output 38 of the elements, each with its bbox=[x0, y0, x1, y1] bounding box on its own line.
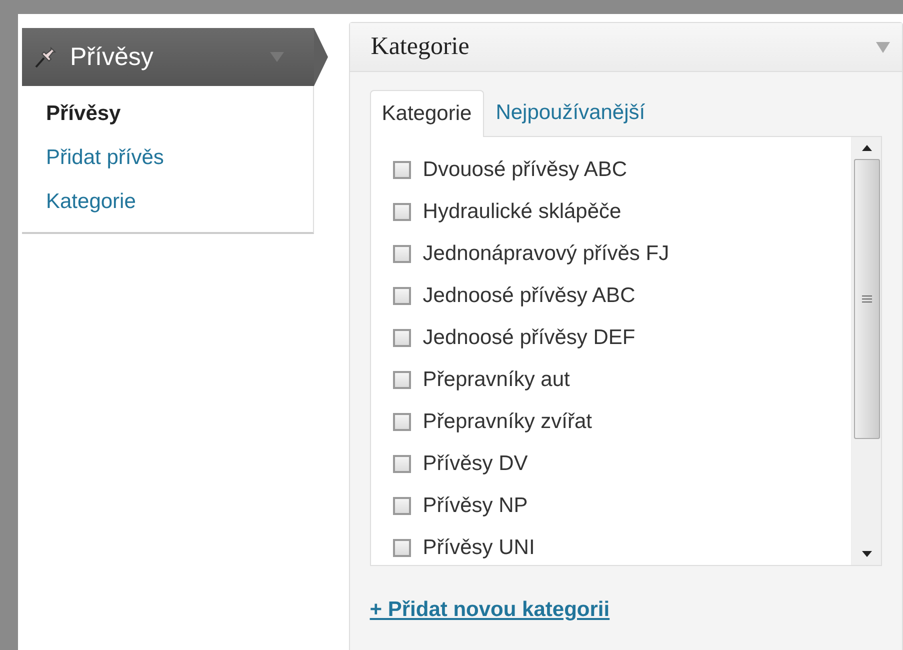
checkbox[interactable] bbox=[392, 371, 411, 389]
checkbox[interactable] bbox=[392, 245, 411, 263]
panel-title: Kategorie bbox=[370, 33, 470, 61]
category-label: Přepravníky aut bbox=[422, 368, 570, 392]
category-label: Jednoosé přívěsy ABC bbox=[422, 284, 636, 308]
category-label: Přepravníky zvířat bbox=[422, 410, 592, 434]
checkbox[interactable] bbox=[392, 287, 411, 305]
tab[interactable]: Kategorie bbox=[370, 90, 484, 137]
checkbox[interactable] bbox=[392, 455, 411, 473]
submenu-item[interactable]: Přidat přívěs bbox=[46, 136, 313, 180]
pointer-arrow-icon bbox=[314, 28, 328, 86]
scroll-thumb[interactable] bbox=[854, 159, 880, 439]
scrollbar[interactable] bbox=[851, 137, 881, 565]
category-label: Dvouosé přívěsy ABC bbox=[422, 158, 628, 182]
pushpin-icon bbox=[34, 45, 58, 69]
menu-title: Přívěsy bbox=[70, 42, 154, 72]
checkbox[interactable] bbox=[392, 203, 411, 221]
submenu-item[interactable]: Kategorie bbox=[46, 180, 313, 224]
dropdown-arrow-icon[interactable] bbox=[270, 52, 284, 62]
grip-icon bbox=[862, 295, 872, 303]
checkbox[interactable] bbox=[392, 161, 411, 179]
checkbox[interactable] bbox=[392, 497, 411, 515]
category-label: Přívěsy DV bbox=[422, 452, 528, 476]
submenu-item[interactable]: Přívěsy bbox=[46, 92, 313, 136]
tab[interactable]: Nejpoužívanější bbox=[484, 89, 658, 136]
checkbox[interactable] bbox=[392, 329, 411, 347]
scroll-down-icon[interactable] bbox=[862, 551, 872, 557]
menu-header[interactable]: Přívěsy bbox=[22, 28, 314, 86]
category-label: Přívěsy UNI bbox=[422, 536, 535, 560]
scroll-up-icon[interactable] bbox=[862, 145, 872, 151]
collapse-arrow-icon[interactable] bbox=[876, 42, 890, 52]
category-label: Hydraulické sklápěče bbox=[422, 200, 622, 224]
add-category-link[interactable]: + Přidat novou kategorii bbox=[370, 598, 610, 622]
checkbox[interactable] bbox=[392, 413, 411, 431]
category-label: Jednonápravový přívěs FJ bbox=[422, 242, 670, 266]
category-label: Jednoosé přívěsy DEF bbox=[422, 326, 636, 350]
category-label: Přívěsy NP bbox=[422, 494, 528, 518]
checkbox[interactable] bbox=[392, 539, 411, 557]
